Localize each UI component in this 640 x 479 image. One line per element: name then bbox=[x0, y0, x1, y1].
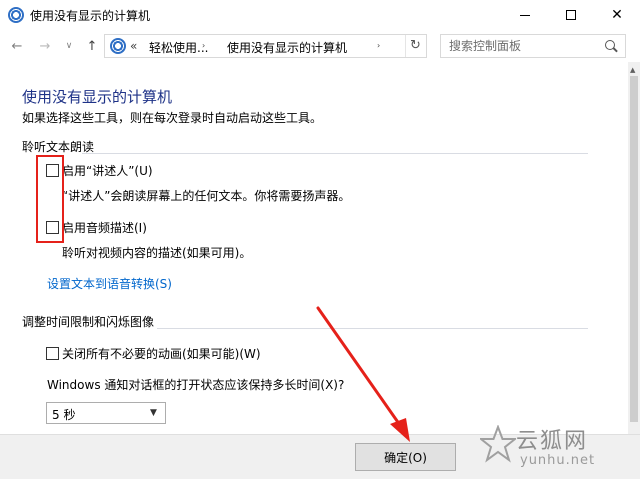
chevron-down-icon: ▼ bbox=[150, 408, 157, 418]
main-content: 使用没有显示的计算机 如果选择这些工具，则在每次登录时自动启动这些工具。 聆听文… bbox=[0, 62, 628, 434]
disable-animations-checkbox[interactable] bbox=[46, 347, 59, 360]
page-description: 如果选择这些工具，则在每次登录时自动启动这些工具。 bbox=[22, 111, 323, 125]
chevron-down-icon: ∨ bbox=[65, 41, 73, 51]
navigation-bar: ← → ∨ ↑ « 轻松使用... › 使用没有显示的计算机 › ↻ bbox=[0, 30, 640, 62]
close-icon: ✕ bbox=[611, 7, 623, 23]
window-title: 使用没有显示的计算机 bbox=[30, 9, 151, 23]
chevron-right-icon[interactable]: › bbox=[202, 41, 205, 50]
divider bbox=[405, 35, 406, 57]
back-arrow-icon: ← bbox=[11, 38, 23, 54]
option-disable-animations[interactable]: 关闭所有不必要的动画(如果可能)(W) bbox=[46, 345, 261, 362]
annotation-highlight-box bbox=[36, 155, 64, 243]
breadcrumb-current-page[interactable]: 使用没有显示的计算机 bbox=[227, 39, 347, 56]
refresh-icon[interactable]: ↻ bbox=[410, 38, 421, 53]
close-button[interactable]: ✕ bbox=[594, 0, 640, 30]
select-value: 5 秒 bbox=[52, 408, 76, 422]
notification-duration-select[interactable]: 5 秒 ▼ bbox=[46, 402, 166, 424]
breadcrumb-overflow[interactable]: « bbox=[130, 39, 137, 53]
minimize-button[interactable] bbox=[502, 0, 548, 30]
maximize-icon bbox=[566, 10, 576, 20]
disable-animations-label[interactable]: 关闭所有不必要的动画(如果可能)(W) bbox=[62, 345, 261, 362]
minimize-icon bbox=[520, 14, 530, 16]
maximize-button[interactable] bbox=[548, 0, 594, 30]
section-divider bbox=[157, 328, 588, 329]
address-bar[interactable]: « 轻松使用... › 使用没有显示的计算机 › ↻ bbox=[104, 34, 427, 58]
forward-arrow-icon: → bbox=[39, 38, 51, 54]
forward-button[interactable]: → bbox=[36, 38, 54, 54]
text-to-speech-link[interactable]: 设置文本到语音转换(S) bbox=[47, 275, 172, 292]
back-button[interactable]: ← bbox=[8, 38, 26, 54]
scrollbar-thumb[interactable] bbox=[630, 76, 638, 422]
audio-description-description: 聆听对视频内容的描述(如果可用)。 bbox=[62, 246, 252, 260]
watermark-url: yunhu.net bbox=[520, 453, 596, 468]
notification-duration-question: Windows 通知对话框的打开状态应该保持多长时间(X)? bbox=[47, 378, 345, 392]
audio-description-label[interactable]: 启用音频描述(I) bbox=[62, 219, 147, 236]
star-logo-icon bbox=[480, 425, 516, 463]
title-bar: 使用没有显示的计算机 ✕ bbox=[0, 0, 640, 30]
section-header-time-limits: 调整时间限制和闪烁图像 bbox=[22, 315, 155, 329]
recent-locations-button[interactable]: ∨ bbox=[60, 38, 78, 54]
vertical-scrollbar[interactable]: ▲ bbox=[628, 62, 640, 434]
page-title: 使用没有显示的计算机 bbox=[22, 88, 173, 106]
up-button[interactable]: ↑ bbox=[83, 38, 101, 54]
control-panel-icon bbox=[8, 7, 24, 23]
chevron-right-icon[interactable]: › bbox=[377, 41, 380, 50]
breadcrumb-ease-of-access[interactable]: 轻松使用... bbox=[149, 39, 208, 56]
narrator-description: “讲述人”会朗读屏幕上的任何文本。你将需要扬声器。 bbox=[62, 189, 351, 203]
narrator-label[interactable]: 启用“讲述人”(U) bbox=[62, 162, 153, 179]
up-arrow-icon: ↑ bbox=[86, 38, 98, 54]
search-icon[interactable] bbox=[605, 40, 615, 50]
scroll-up-icon[interactable]: ▲ bbox=[630, 66, 635, 74]
watermark-text: 云狐网 bbox=[516, 429, 589, 454]
section-divider bbox=[82, 153, 588, 154]
control-panel-icon bbox=[110, 38, 126, 54]
ok-button[interactable]: 确定(O) bbox=[355, 443, 456, 471]
search-box[interactable] bbox=[440, 34, 626, 58]
watermark: 云狐网 yunhu.net bbox=[478, 419, 638, 477]
search-input[interactable] bbox=[449, 38, 599, 54]
